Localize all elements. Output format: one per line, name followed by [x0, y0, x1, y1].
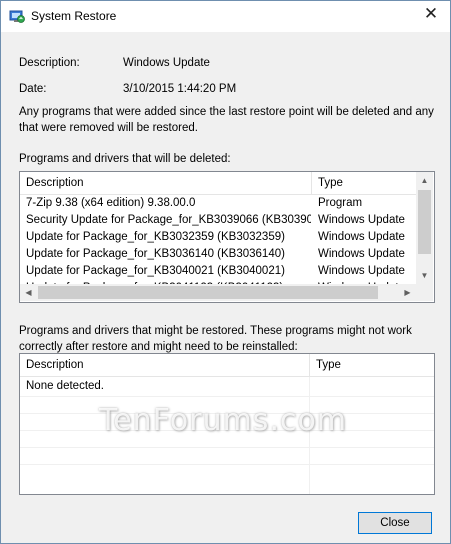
column-header-description[interactable]: Description	[20, 172, 311, 194]
deleted-list-horizontal-scrollbar[interactable]: ◀ ▶	[20, 284, 416, 301]
deleted-programs-list[interactable]: Description Type 7-Zip 9.38 (x64 edition…	[19, 171, 435, 303]
scrollbar-thumb[interactable]	[38, 286, 378, 299]
table-row[interactable]: Update for Package_for_KB3032359 (KB3032…	[20, 229, 416, 246]
system-restore-icon	[9, 10, 25, 23]
window-title: System Restore	[31, 9, 117, 23]
close-button[interactable]: Close	[358, 512, 432, 534]
deleted-list-header: Description Type	[20, 172, 416, 195]
scrollbar-corner	[416, 284, 433, 301]
row-description: Update for Package_for_KB3032359 (KB3032…	[26, 231, 285, 243]
grid-line	[20, 396, 434, 397]
column-header-description[interactable]: Description	[20, 354, 309, 376]
description-label: Description:	[19, 57, 80, 69]
scroll-down-icon[interactable]: ▼	[416, 267, 433, 284]
table-row[interactable]: Security Update for Package_for_KB303906…	[20, 212, 416, 229]
table-row[interactable]: Update for Package_for_KB3036140 (KB3036…	[20, 246, 416, 263]
column-header-type[interactable]: Type	[312, 172, 418, 194]
table-row[interactable]: 7-Zip 9.38 (x64 edition) 9.38.00.0 Progr…	[20, 195, 416, 212]
scroll-right-icon[interactable]: ▶	[399, 284, 416, 301]
table-row[interactable]: Update for Package_for_KB3040021 (KB3040…	[20, 263, 416, 280]
description-value: Windows Update	[123, 57, 210, 69]
row-description: None detected.	[26, 380, 105, 392]
row-type: Program	[318, 197, 363, 209]
title-bar[interactable]: System Restore ✕	[1, 1, 450, 32]
date-label: Date:	[19, 83, 47, 95]
close-icon[interactable]: ✕	[420, 4, 442, 24]
date-value: 3/10/2015 1:44:20 PM	[123, 83, 237, 95]
scroll-left-icon[interactable]: ◀	[20, 284, 37, 301]
column-header-type[interactable]: Type	[310, 354, 426, 376]
table-row[interactable]: None detected.	[20, 378, 434, 395]
watermark: TenForums.com	[99, 403, 348, 438]
restored-list-header: Description Type	[20, 354, 434, 377]
row-type: Windows Update	[318, 214, 405, 226]
grid-line	[20, 447, 434, 448]
deleted-heading: Programs and drivers that will be delete…	[19, 153, 231, 165]
scroll-up-icon[interactable]: ▲	[416, 172, 433, 189]
row-description: Update for Package_for_KB3036140 (KB3036…	[26, 248, 285, 260]
grid-line	[20, 464, 434, 465]
row-description: 7-Zip 9.38 (x64 edition) 9.38.00.0	[26, 197, 196, 209]
row-description: Security Update for Package_for_KB303906…	[26, 214, 311, 226]
deleted-list-vertical-scrollbar[interactable]: ▲ ▼	[416, 172, 433, 284]
row-description: Update for Package_for_KB3040021 (KB3040…	[26, 265, 285, 277]
row-type: Windows Update	[318, 231, 405, 243]
system-restore-window: System Restore ✕ Description: Windows Up…	[0, 0, 451, 544]
restore-notice: Any programs that were added since the l…	[19, 106, 434, 134]
row-type: Windows Update	[318, 248, 405, 260]
restored-heading: Programs and drivers that might be resto…	[19, 325, 412, 353]
scrollbar-thumb[interactable]	[418, 190, 431, 254]
row-type: Windows Update	[318, 265, 405, 277]
